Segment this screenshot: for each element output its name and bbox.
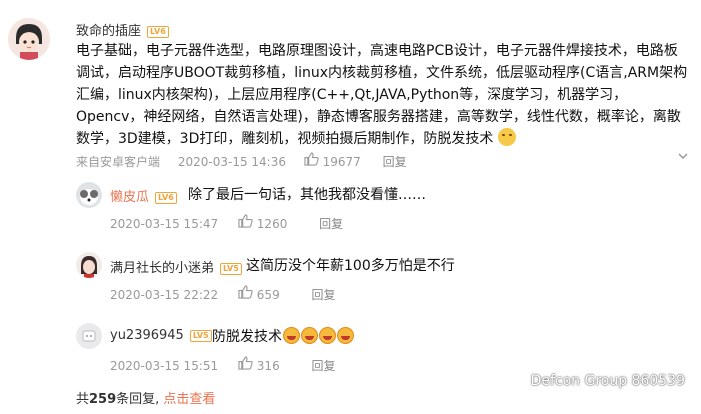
thumbs-up-icon [238, 356, 253, 370]
thumbs-up-icon [238, 214, 253, 228]
view-replies-link[interactable]: 点击查看 [163, 392, 215, 407]
like-button[interactable]: 1260 [238, 214, 287, 231]
reply-author[interactable]: 懒皮瓜 LV6 [110, 186, 177, 205]
reply-button[interactable]: 回复 [312, 286, 336, 303]
reply-author-name[interactable]: yu2396945 [110, 328, 184, 343]
like-count: 1260 [256, 217, 288, 231]
reply-meta: 2020-03-15 15:47 1260 回复 [110, 214, 343, 232]
laugh-cry-emoji-icon [319, 327, 336, 344]
source-label: 来自安卓客户端 [76, 155, 161, 169]
reply-button[interactable]: 回复 [319, 215, 343, 232]
reply-avatar[interactable] [76, 182, 102, 208]
level-badge: LV5 [220, 263, 242, 275]
reply-author[interactable]: 满月社长的小迷弟 LV5 [110, 257, 242, 276]
timestamp: 2020-03-15 15:51 [110, 359, 219, 373]
reply-text: 防脱发技术 [212, 326, 354, 346]
reply-author-name[interactable]: 懒皮瓜 [110, 190, 149, 205]
reply-count: 259 [89, 392, 117, 407]
smile-emoji-icon [497, 128, 516, 146]
laugh-cry-emoji-icon [301, 327, 318, 344]
timestamp: 2020-03-15 22:22 [110, 288, 219, 302]
timestamp: 2020-03-15 15:47 [110, 217, 219, 231]
watermark: Defcon Group 860539 [502, 372, 685, 390]
reply-author[interactable]: yu2396945 LV5 [110, 328, 212, 343]
like-count: 659 [256, 288, 280, 302]
reply-avatar[interactable] [76, 252, 102, 278]
level-badge: LV5 [189, 330, 212, 342]
reply-button[interactable]: 回复 [383, 153, 407, 170]
reply-summary-prefix: 共 [76, 392, 90, 407]
thumbs-up-icon [304, 152, 319, 166]
reply-text: 这简历没个年薪100多万怕是不行 [246, 258, 455, 274]
author-avatar[interactable] [8, 18, 50, 60]
level-badge: LV6 [155, 192, 177, 204]
reply-text-content: 防脱发技术 [212, 329, 282, 345]
like-button[interactable]: 659 [238, 285, 280, 302]
level-badge: LV6 [147, 26, 169, 38]
like-count: 19677 [322, 155, 361, 169]
laugh-cry-emoji-icon [283, 327, 300, 344]
like-button[interactable]: 19677 [304, 152, 361, 169]
author-name-text[interactable]: 致命的插座 [76, 24, 141, 39]
reply-avatar[interactable] [76, 323, 102, 349]
watermark-text: Defcon Group 860539 [530, 373, 685, 389]
reply-summary: 共259条回复, 点击查看 [76, 388, 215, 407]
like-button[interactable]: 316 [238, 356, 280, 373]
author-name[interactable]: 致命的插座 LV6 [76, 20, 169, 39]
comment-content: 电子基础，电子元器件选型，电路原理图设计，高速电路PCB设计，电子元器件焊接技术… [76, 40, 691, 150]
comment-text: 电子基础，电子元器件选型，电路原理图设计，高速电路PCB设计，电子元器件焊接技术… [76, 43, 688, 147]
like-count: 316 [256, 359, 280, 373]
reply-meta: 2020-03-15 22:22 659 回复 [110, 285, 336, 303]
comment-meta: 来自安卓客户端 2020-03-15 14:36 19677 回复 [76, 152, 407, 170]
chevron-down-icon[interactable] [677, 150, 689, 162]
reply-summary-suffix: 条回复, [116, 392, 164, 407]
wechat-icon [502, 372, 524, 389]
timestamp: 2020-03-15 14:36 [177, 155, 286, 169]
reply-author-name[interactable]: 满月社长的小迷弟 [110, 261, 214, 276]
reply-button[interactable]: 回复 [312, 357, 336, 374]
reply-text: 除了最后一句话，其他我都没看懂…… [188, 187, 426, 203]
thumbs-up-icon [238, 285, 253, 299]
reply-meta: 2020-03-15 15:51 316 回复 [110, 356, 336, 374]
laugh-cry-emoji-icon [337, 327, 354, 344]
